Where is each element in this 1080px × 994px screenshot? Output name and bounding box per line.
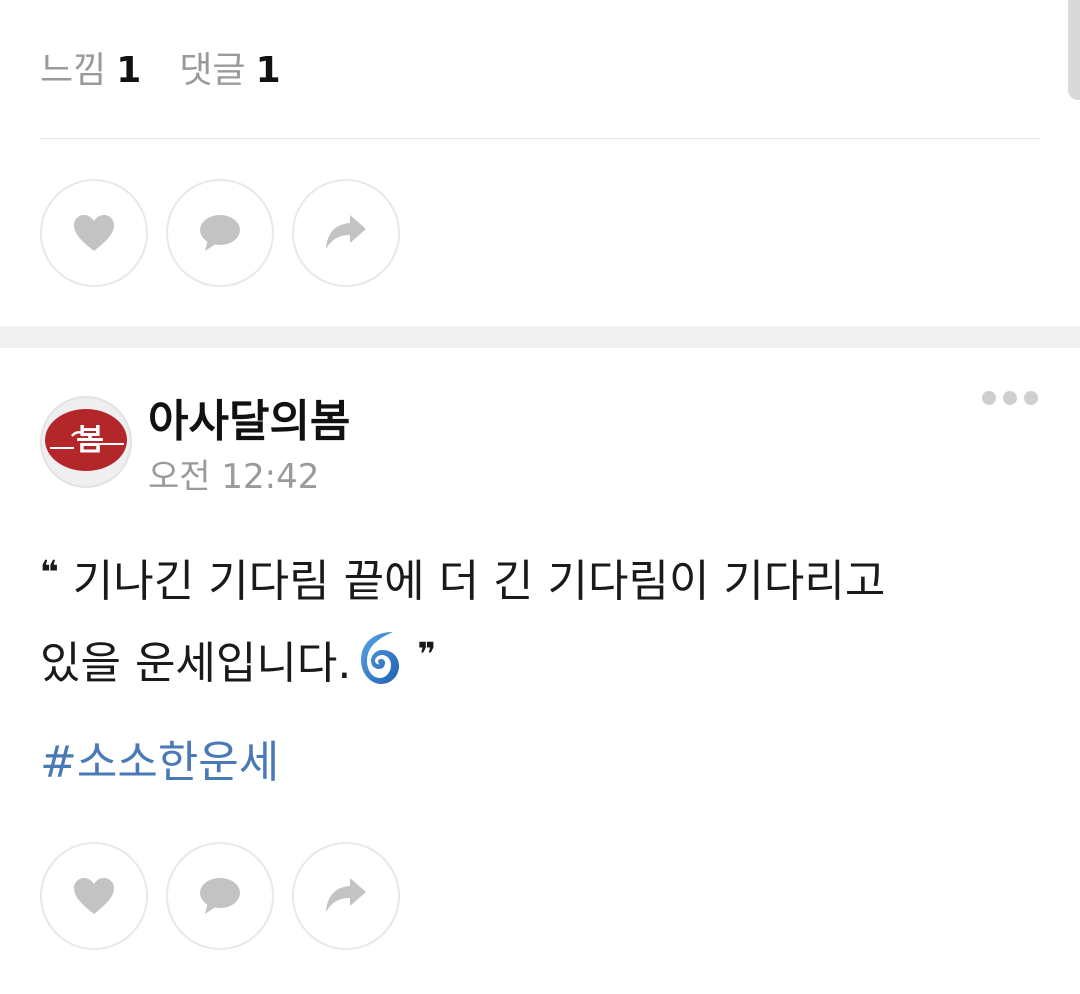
like-button[interactable]	[40, 179, 148, 287]
speech-bubble-icon	[200, 215, 240, 251]
action-row	[40, 842, 400, 950]
likes-label: 느낌	[40, 50, 107, 91]
svg-text:봄: 봄	[76, 423, 104, 458]
close-quote-icon: ❞	[417, 634, 437, 673]
speech-bubble-icon	[200, 878, 240, 914]
likes-count: 1	[116, 50, 142, 91]
heart-icon	[74, 878, 114, 914]
author-name[interactable]: 아사달의봄	[148, 392, 350, 452]
cyclone-icon	[353, 628, 403, 688]
comments-label: 댓글	[179, 50, 246, 91]
reaction-stats[interactable]: 느낌 1 댓글 1	[40, 46, 281, 96]
avatar[interactable]: 봄	[40, 396, 132, 488]
comment-button[interactable]	[166, 842, 274, 950]
heart-icon	[74, 215, 114, 251]
post-separator	[0, 326, 1080, 348]
action-row	[40, 179, 400, 287]
share-button[interactable]	[292, 842, 400, 950]
more-dots-icon	[982, 391, 996, 405]
divider	[40, 138, 1041, 139]
share-arrow-icon	[326, 215, 366, 249]
open-quote-icon: ❝	[40, 553, 59, 591]
previous-post-footer: 느낌 1 댓글 1	[0, 0, 1080, 326]
post-body-line-1: 기나긴 기다림 끝에 더 긴 기다림이 기다리고	[72, 555, 886, 607]
feed-page: 느낌 1 댓글 1 봄 아사달의봄 오전 12:42 ❝ 기나긴 기다림 끝에 …	[0, 0, 1080, 994]
share-arrow-icon	[326, 878, 366, 912]
share-button[interactable]	[292, 179, 400, 287]
hashtag-link[interactable]: #소소한운세	[40, 732, 279, 794]
avatar-logo-icon: 봄	[42, 398, 130, 486]
post-body-line-2: 있을 운세입니다.	[40, 637, 352, 689]
post-body: ❝ 기나긴 기다림 끝에 더 긴 기다림이 기다리고 있을 운세입니다. ❞	[40, 536, 1020, 700]
post-timestamp: 오전 12:42	[148, 457, 320, 497]
scrollbar[interactable]	[1068, 0, 1080, 100]
more-options-button[interactable]	[982, 390, 1040, 406]
comment-button[interactable]	[166, 179, 274, 287]
comments-count: 1	[255, 50, 281, 91]
post-card: 봄 아사달의봄 오전 12:42 ❝ 기나긴 기다림 끝에 더 긴 기다림이 기다…	[0, 348, 1080, 994]
like-button[interactable]	[40, 842, 148, 950]
